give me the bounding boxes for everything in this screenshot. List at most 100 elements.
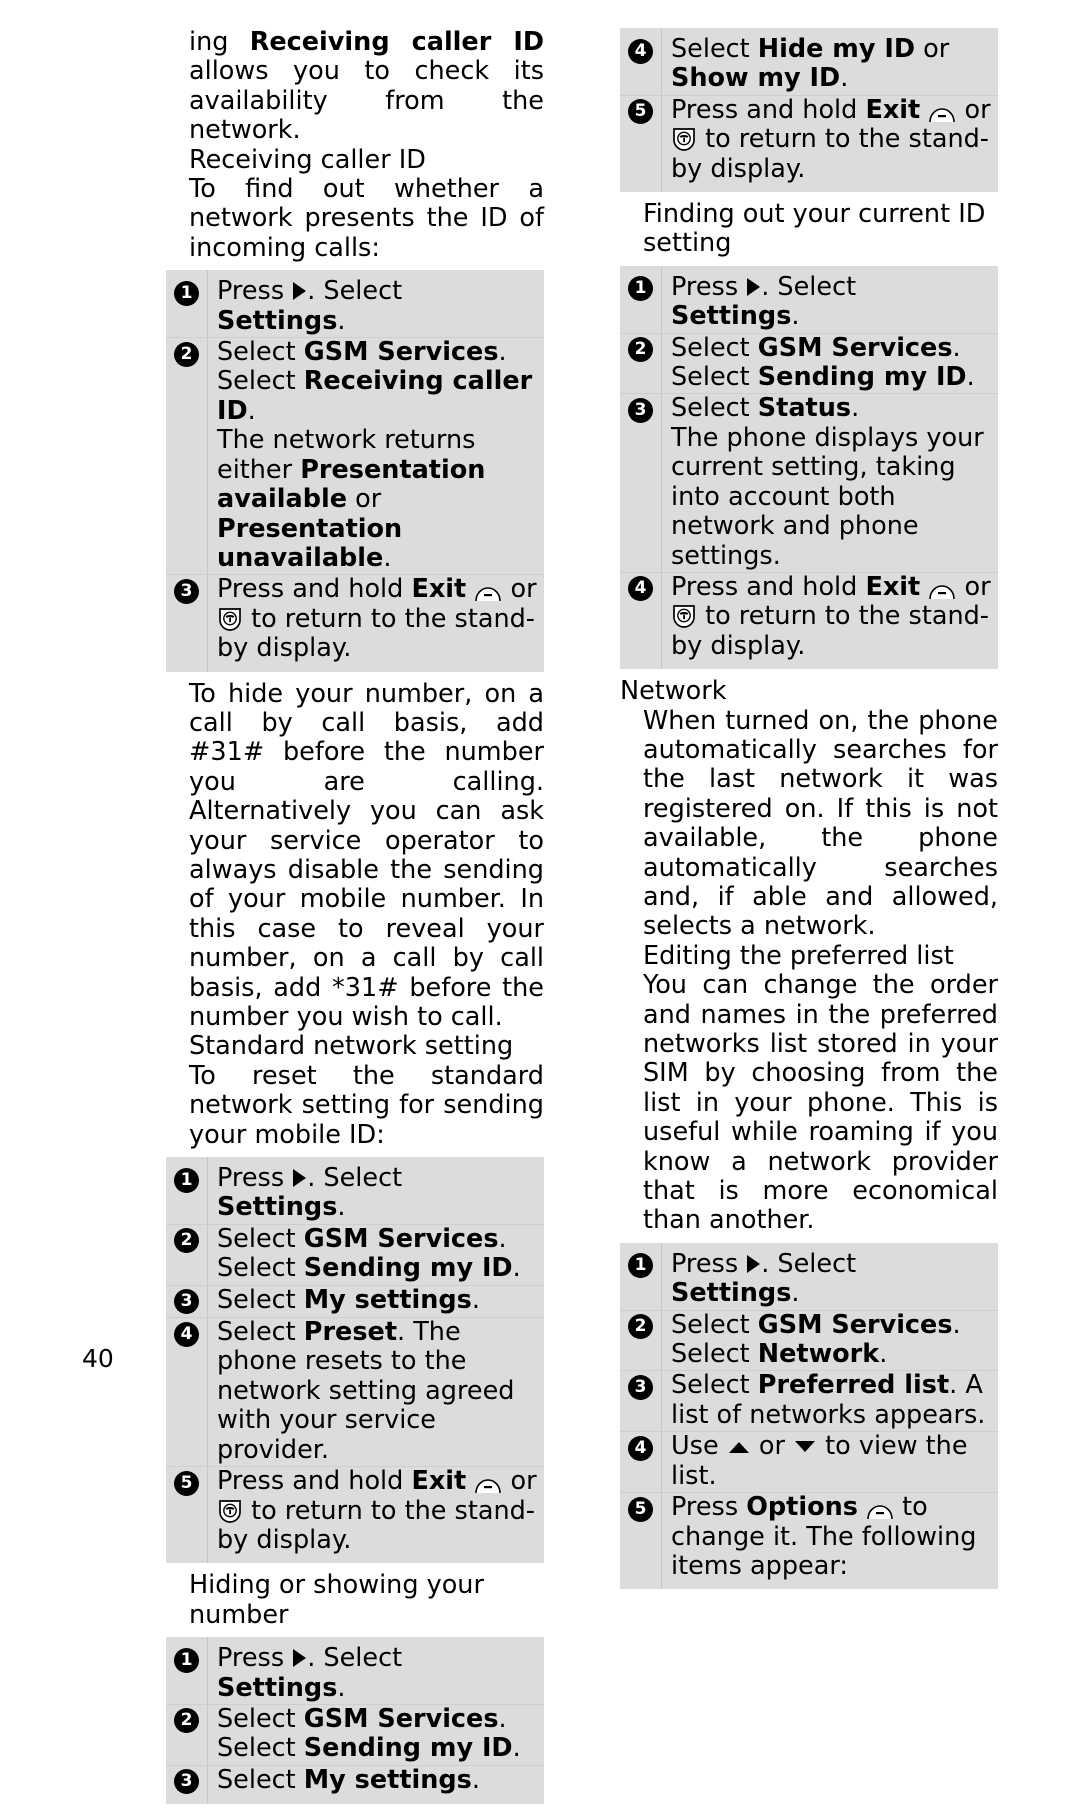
step-text-plain: or [750,1431,794,1462]
step-item: 1 Press . Select Settings. [620,272,998,333]
step-text-plain: . Select [307,1163,403,1194]
paragraph-hide-your-number: To hide your number, on a call by call b… [189,678,544,1032]
step-number-badge: 2 [174,1228,199,1254]
step-text-bold: Preferred list [757,1370,950,1401]
step-text: Select My settings. [207,1764,538,1795]
step-text-plain: Press and hold [671,571,866,602]
soft-key-icon [474,1474,502,1494]
step-text-plain: Press and hold [217,1466,412,1497]
step-text-plain: Select [217,1223,304,1254]
step-number-badge: 5 [628,99,653,125]
step-text: Press and hold Exit or to return to the … [661,571,992,661]
step-number-badge: 2 [174,1708,199,1734]
step-number-badge: 2 [628,1314,653,1340]
step-number-badge: 5 [628,1496,653,1522]
step-text-plain: . Select [761,1248,857,1279]
step-text-plain: to return to the stand-by display. [671,124,990,184]
steps-box-network: 1 Press . Select Settings. 2 Select GSM Ser… [620,1242,998,1590]
step-text-plain: . [966,362,975,393]
step-text-bold: Exit [865,571,921,602]
step-text-plain: Select [671,34,758,64]
step-number: 4 [620,573,661,603]
page-number: 40 [82,1344,114,1373]
steps-box-hiding-showing: 1 Press . Select Settings. 2 Select GSM Ser… [166,1637,544,1805]
step-text-plain: . Select [307,1643,403,1674]
step-text: Press . Select Settings. [661,1248,992,1309]
step-item: 1 Press . Select Settings. [166,1643,544,1704]
step-text-plain: to return to the stand-by display. [217,1495,536,1555]
step-number: 5 [620,96,661,126]
step-text-plain [858,1492,866,1522]
step-number: 2 [166,1225,207,1255]
step-text-plain: to return to the stand-by display. [217,603,536,664]
step-text-plain [920,95,928,125]
step-item: 3 Press and hold Exit or to return to the… [166,574,544,664]
step-number: 4 [620,35,661,65]
step-text-bold: Exit [865,94,921,125]
step-text: Select GSM Services. Select Receiving ca… [207,337,538,573]
step-text-bold: Settings [671,1278,792,1309]
step-text: Press . Select Settings. [207,1643,538,1703]
step-text-plain: . [879,1339,888,1370]
up-arrow-icon [728,1442,749,1454]
steps-box-receiving-caller-id: 1 Press . Select Settings. 2 Select GSM Ser… [166,270,544,672]
right-arrow-icon [293,282,307,301]
soft-key-icon [474,582,502,602]
step-text-bold: Settings [217,1192,338,1223]
step-number-badge: 3 [174,1769,199,1795]
step-text: Press Options to change it. The followin… [661,1492,992,1581]
step-number: 3 [166,1286,207,1316]
right-column: 4 Select Hide my ID or Show my ID. 5 Press … [620,28,998,1597]
step-number-badge: 4 [628,38,653,64]
step-number: 5 [620,1493,661,1523]
manual-page: ing Receiving caller ID allows you to ch… [0,0,1080,1805]
step-text-plain: . [337,305,346,336]
step-text-plain: . [851,393,860,424]
step-text-plain: Select [671,393,758,424]
down-arrow-icon [795,1441,816,1453]
right-arrow-icon [747,1254,761,1273]
step-item: 3 Select Preferred list. A list of networ… [620,1370,998,1431]
step-number: 1 [620,273,661,303]
step-item: 2 Select GSM Services. Select Receiving c… [166,337,544,574]
steps-box-finding-current-id: 1 Press . Select Settings. 2 Select GSM Ser… [620,265,998,670]
step-text-bold: Settings [217,305,338,336]
step-text-plain: Use [671,1431,727,1462]
paragraph-network: When turned on, the phone automatically … [643,705,998,942]
step-number: 4 [620,1432,661,1462]
step-text-plain: . [791,301,800,332]
step-item: 1 Press . Select Settings. [620,1249,998,1310]
step-text: Select Preset. The phone resets to the n… [207,1317,538,1465]
paragraph-editing-preferred-list: You can change the order and names in th… [643,970,998,1236]
step-text-bold: Options [746,1492,858,1523]
step-text-plain: Press and hold [671,94,866,125]
right-arrow-icon [293,1169,307,1188]
hangup-key-icon [671,603,697,629]
step-text: Press . Select Settings. [207,1163,538,1223]
step-text: Press . Select Settings. [207,277,538,336]
step-text-plain: or [347,484,382,515]
step-text-plain: . [471,1764,480,1795]
step-text: Press and hold Exit or to return to the … [207,1466,538,1555]
step-number: 2 [166,1705,207,1735]
step-number-badge: 1 [628,1253,653,1279]
heading-network: Network [620,676,727,707]
step-number-badge: 4 [628,576,653,602]
step-text-plain: or [956,94,991,125]
paragraph-reset-standard: To reset the standard network setting fo… [189,1060,544,1150]
step-text-plain: Select [671,1309,758,1340]
step-text: Select Hide my ID or Show my ID. [661,34,992,94]
step-text-bold: Settings [671,301,792,332]
step-item: 5 Press and hold Exit or to return to the… [620,94,998,185]
step-text-bold: GSM Services [303,1703,499,1734]
step-number-badge: 1 [174,1647,199,1673]
step-number: 3 [166,575,207,605]
step-number-badge: 3 [174,1289,199,1315]
step-item: 5 Press Options to change it. The followi… [620,1492,998,1582]
soft-key-icon [928,103,956,123]
step-text-plain: Select [217,337,304,368]
step-number-badge: 1 [628,276,653,302]
step-text: Press and hold Exit or to return to the … [661,94,992,184]
step-text-plain: Press [217,276,293,307]
step-item: 2 Select GSM Services. Select Sending my … [166,1703,544,1765]
